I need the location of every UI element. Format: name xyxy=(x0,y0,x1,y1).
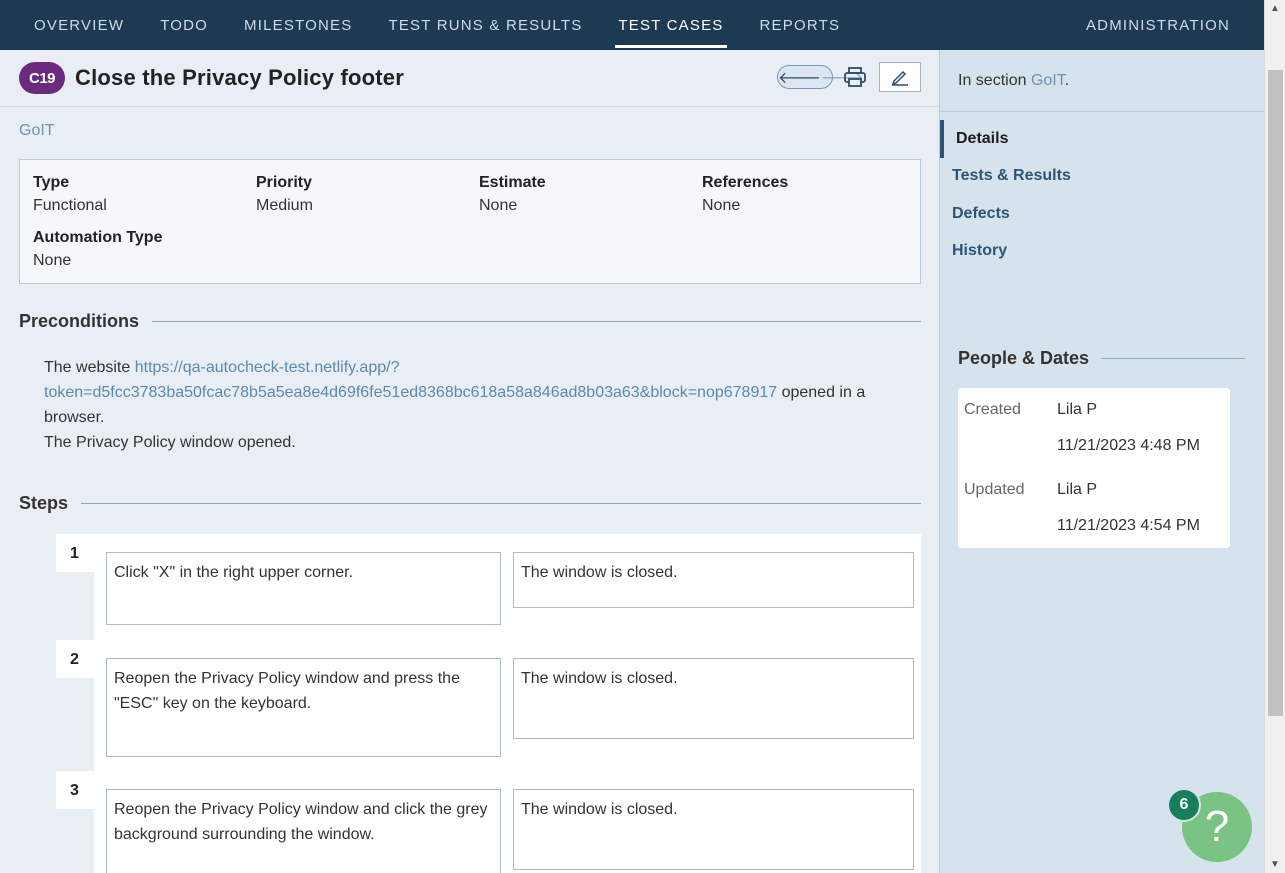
precondition-url-link[interactable]: https://qa-autocheck-test.netlify.app/? t… xyxy=(44,359,777,401)
prop-label: References xyxy=(702,174,789,191)
steps-list: 1 Click "X" in the right upper corner. T… xyxy=(56,534,921,873)
step-expected-result[interactable]: The window is closed. xyxy=(513,658,914,739)
prop-automation-type: Automation Type None xyxy=(33,229,256,270)
preconditions-title: Preconditions xyxy=(19,311,140,331)
step-expected-result[interactable]: The window is closed. xyxy=(513,552,914,608)
print-button[interactable] xyxy=(843,65,867,89)
scrollbar-thumb[interactable] xyxy=(1268,70,1283,716)
sidebar-item-history[interactable]: History xyxy=(940,233,1264,271)
step-row: 3 Reopen the Privacy Policy window and c… xyxy=(56,771,921,873)
created-label: Created xyxy=(964,401,1021,418)
step-gutter xyxy=(56,678,94,771)
updated-label: Updated xyxy=(964,481,1025,498)
prop-priority: Priority Medium xyxy=(256,174,479,215)
case-properties: Type Functional Priority Medium Estimate… xyxy=(19,159,921,284)
right-sidebar: In section GoIT. Details Tests & Results… xyxy=(939,50,1264,873)
prop-value: None xyxy=(33,252,72,269)
prop-label: Priority xyxy=(256,174,313,191)
main-content: C19 Close the Privacy Policy footer 🡐 🡒 xyxy=(0,50,939,873)
created-by: Lila P xyxy=(1057,401,1098,418)
sidebar-item-defects[interactable]: Defects xyxy=(940,195,1264,233)
sidebar-item-details[interactable]: Details xyxy=(940,120,1264,158)
step-number: 1 xyxy=(56,534,94,572)
precondition-line-2: The Privacy Policy window opened. xyxy=(44,434,296,451)
step-number: 3 xyxy=(56,771,94,809)
updated-date: 11/21/2023 4:54 PM xyxy=(1057,517,1200,534)
title-actions: 🡐 🡒 xyxy=(777,62,921,92)
case-title: Close the Privacy Policy footer xyxy=(75,65,404,90)
section-breadcrumb-link[interactable]: GoIT xyxy=(19,122,55,140)
prop-value: Medium xyxy=(256,197,313,214)
step-row: 1 Click "X" in the right upper corner. T… xyxy=(56,534,921,640)
people-dates-heading: People & Dates xyxy=(958,348,1245,369)
tab-todo[interactable]: TODO xyxy=(142,0,226,50)
prop-label: Estimate xyxy=(479,174,546,191)
updated-date-row: 11/21/2023 4:54 PM xyxy=(964,508,1230,544)
in-section-suffix: . xyxy=(1064,72,1070,89)
sidebar-nav: Details Tests & Results Defects History xyxy=(940,120,1264,270)
page-scrollbar[interactable]: ▲ ▼ xyxy=(1264,0,1285,873)
top-navigation: OVERVIEW TODO MILESTONES TEST RUNS & RES… xyxy=(0,0,1264,50)
divider xyxy=(1101,358,1245,359)
step-action[interactable]: Reopen the Privacy Policy window and pre… xyxy=(106,658,501,757)
scroll-down-arrow-icon[interactable]: ▼ xyxy=(1265,856,1285,873)
edit-button[interactable] xyxy=(879,62,921,92)
step-expected-result[interactable]: The window is closed. xyxy=(513,789,914,870)
preconditions-text: The website https://qa-autocheck-test.ne… xyxy=(44,355,909,455)
step-row: 2 Reopen the Privacy Policy window and p… xyxy=(56,640,921,771)
tab-administration[interactable]: ADMINISTRATION xyxy=(1068,0,1264,50)
printer-icon xyxy=(844,67,866,87)
case-id-badge: C19 xyxy=(19,62,65,94)
prop-value: None xyxy=(479,197,518,214)
updated-by: Lila P xyxy=(1057,481,1098,498)
in-section-prefix: In section xyxy=(958,72,1031,89)
divider xyxy=(81,503,921,504)
url-part-1: https://qa-autocheck-test.netlify.app/? xyxy=(134,359,400,376)
precondition-prefix: The website xyxy=(44,359,135,376)
created-date-row: 11/21/2023 4:48 PM xyxy=(964,428,1230,464)
divider xyxy=(152,321,921,322)
created-row: Created Lila P xyxy=(964,392,1230,428)
created-date: 11/21/2023 4:48 PM xyxy=(1057,437,1200,454)
section-info: In section GoIT. xyxy=(940,50,1264,112)
prop-estimate: Estimate None xyxy=(479,174,702,215)
preconditions-heading: Preconditions xyxy=(19,311,921,332)
prop-value: None xyxy=(702,197,741,214)
tab-reports[interactable]: REPORTS xyxy=(742,0,859,50)
help-notification-badge: 6 xyxy=(1167,788,1201,822)
step-action[interactable]: Click "X" in the right upper corner. xyxy=(106,552,501,625)
prop-label: Automation Type xyxy=(33,229,163,246)
tab-milestones[interactable]: MILESTONES xyxy=(226,0,370,50)
step-gutter xyxy=(56,572,94,640)
prop-references: References None xyxy=(702,174,907,215)
scroll-up-arrow-icon[interactable]: ▲ xyxy=(1265,0,1285,17)
prop-type: Type Functional xyxy=(33,174,256,215)
prop-value: Functional xyxy=(33,197,107,214)
people-dates-card: Created Lila P 11/21/2023 4:48 PM Update… xyxy=(958,388,1230,548)
steps-title: Steps xyxy=(19,493,69,513)
empty-cell xyxy=(964,508,1057,544)
tab-test-runs-results[interactable]: TEST RUNS & RESULTS xyxy=(370,0,600,50)
step-action[interactable]: Reopen the Privacy Policy window and cli… xyxy=(106,789,501,873)
case-navigation-pill: 🡐 🡒 xyxy=(777,65,864,89)
question-icon: ? xyxy=(1204,802,1230,851)
tab-overview[interactable]: OVERVIEW xyxy=(0,0,142,50)
sidebar-section-link[interactable]: GoIT xyxy=(1031,72,1065,89)
step-number: 2 xyxy=(56,640,94,678)
url-part-2: token=d5fcc3783ba50fcac78b5a5ea8e4d69f6f… xyxy=(44,384,778,401)
sidebar-item-tests-results[interactable]: Tests & Results xyxy=(940,158,1264,196)
step-gutter xyxy=(56,809,94,873)
case-title-bar: C19 Close the Privacy Policy footer 🡐 🡒 xyxy=(0,50,939,107)
previous-arrow-icon[interactable]: 🡐 xyxy=(778,67,821,88)
steps-heading: Steps xyxy=(19,493,921,514)
prop-label: Type xyxy=(33,174,70,191)
empty-cell xyxy=(964,428,1057,464)
pencil-icon xyxy=(891,70,908,86)
tab-test-cases[interactable]: TEST CASES xyxy=(600,0,741,50)
updated-row: Updated Lila P xyxy=(964,472,1230,508)
people-dates-title: People & Dates xyxy=(958,348,1090,368)
